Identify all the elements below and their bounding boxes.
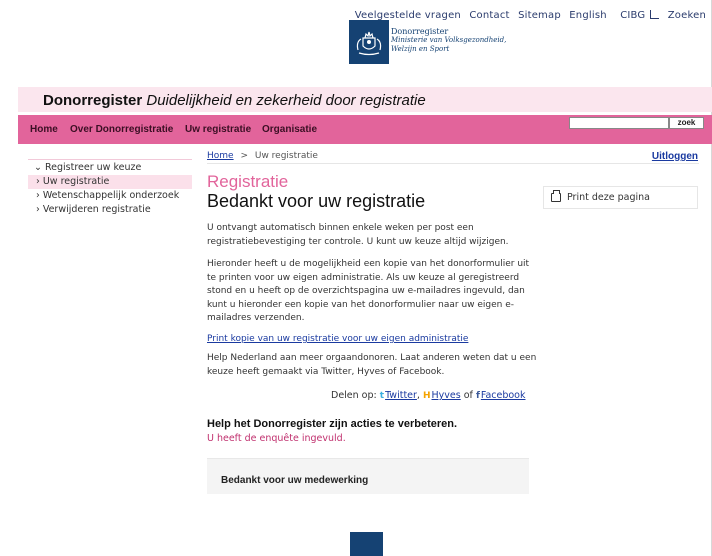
share-label: Delen op:	[331, 390, 377, 401]
chevron-right-icon: ›	[36, 190, 43, 201]
utility-link-contact[interactable]: Contact	[469, 10, 509, 21]
print-info-paragraph: Hieronder heeft u de mogelijkheid een ko…	[207, 259, 530, 323]
search-button[interactable]: zoek	[669, 117, 704, 129]
side-item-uw-registratie[interactable]: › Uw registratie	[28, 175, 192, 189]
hyves-icon: H	[422, 391, 431, 401]
thanks-box: Bedankt voor uw medewerking	[207, 458, 529, 494]
share-hyves-link[interactable]: Hyves	[432, 390, 461, 401]
page-title: Bedankt voor uw registratie	[207, 191, 426, 211]
logo-line-2: Ministerie van Volksgezondheid,	[391, 36, 507, 44]
site-tagline: Duidelijkheid en zekerheid door registra…	[146, 92, 426, 109]
facebook-icon: f	[475, 391, 480, 401]
share-twitter-link[interactable]: Twitter	[385, 390, 417, 401]
external-link-icon	[650, 10, 660, 19]
side-item-registreer[interactable]: ⌄ Registreer uw keuze	[28, 161, 192, 175]
logo-text: Donorregister Ministerie van Volksgezond…	[391, 27, 506, 54]
breadcrumb: Home > Uw registratie	[207, 151, 318, 161]
intro-paragraph: U ontvangt automatisch binnen enkele wek…	[207, 223, 509, 247]
side-item-label: Verwijderen registratie	[42, 204, 151, 215]
chevron-right-icon: ›	[36, 204, 43, 215]
printer-icon	[551, 190, 561, 202]
main-nav: Home Over Donorregistratie Uw registrati…	[18, 115, 712, 144]
logo-line-1: Donorregister	[391, 27, 449, 36]
side-divider	[28, 159, 192, 160]
site-title: Donorregister Duidelijkheid en zekerheid…	[43, 92, 426, 109]
share-facebook-link[interactable]: Facebook	[481, 390, 526, 401]
site-name: Donorregister	[43, 92, 143, 109]
side-item-wetenschappelijk-onderzoek[interactable]: › Wetenschappelijk onderzoek	[28, 189, 192, 203]
utility-nav: Veelgestelde vragen Contact Sitemap Engl…	[350, 9, 706, 21]
rijksoverheid-logo[interactable]	[349, 20, 389, 64]
print-page-button[interactable]: Print deze pagina	[543, 186, 698, 209]
breadcrumb-separator: >	[240, 151, 248, 161]
print-page-label: Print deze pagina	[567, 192, 650, 203]
footer-logo-block	[350, 532, 383, 556]
nav-item-organisatie[interactable]: Organisatie	[262, 124, 317, 135]
share-paragraph: Help Nederland aan meer orgaandonoren. L…	[207, 353, 537, 377]
side-item-label: Registreer uw keuze	[44, 162, 142, 173]
share-row: Delen op: tTwitter, HHyves of fFacebook	[331, 390, 526, 401]
search-input[interactable]	[569, 117, 669, 129]
chevron-right-icon: ›	[36, 176, 43, 187]
print-copy-paragraph: Print kopie van uw registratie voor uw e…	[207, 333, 537, 347]
nav-item-home[interactable]: Home	[30, 124, 58, 135]
utility-link-search[interactable]: Zoeken	[668, 10, 706, 21]
print-copy-link[interactable]: Print kopie van uw registratie voor uw e…	[207, 334, 468, 344]
thanks-message: Bedankt voor uw medewerking	[221, 475, 369, 486]
side-item-label: Wetenschappelijk onderzoek	[42, 190, 180, 201]
breadcrumb-current: Uw registratie	[254, 151, 318, 161]
survey-status: U heeft de enquête ingevuld.	[207, 433, 346, 444]
nav-item-uw-registratie[interactable]: Uw registratie	[185, 124, 251, 135]
share-or: of	[463, 390, 473, 401]
side-item-verwijderen-registratie[interactable]: › Verwijderen registratie	[28, 203, 192, 217]
logout-link[interactable]: Uitloggen	[652, 151, 698, 162]
section-label: Registratie	[207, 172, 289, 191]
utility-link-cibg-label: CIBG	[620, 10, 646, 21]
brand-band: Donorregister Duidelijkheid en zekerheid…	[18, 87, 712, 112]
twitter-icon: t	[379, 391, 385, 401]
side-item-label: Uw registratie	[42, 176, 110, 187]
nav-item-over-donorregistratie[interactable]: Over Donorregistratie	[70, 124, 173, 135]
survey-title: Help het Donorregister zijn acties te ve…	[207, 418, 458, 430]
side-nav: ⌄ Registreer uw keuze › Uw registratie ›…	[28, 159, 192, 217]
chevron-down-icon: ⌄	[34, 162, 45, 173]
coat-of-arms-icon	[356, 31, 382, 56]
utility-link-cibg[interactable]: CIBG	[615, 10, 660, 21]
utility-link-english[interactable]: English	[569, 10, 607, 21]
breadcrumb-divider	[207, 163, 699, 164]
utility-link-sitemap[interactable]: Sitemap	[518, 10, 561, 21]
breadcrumb-home[interactable]: Home	[207, 151, 234, 161]
logo-line-3: Welzijn en Sport	[391, 45, 450, 53]
